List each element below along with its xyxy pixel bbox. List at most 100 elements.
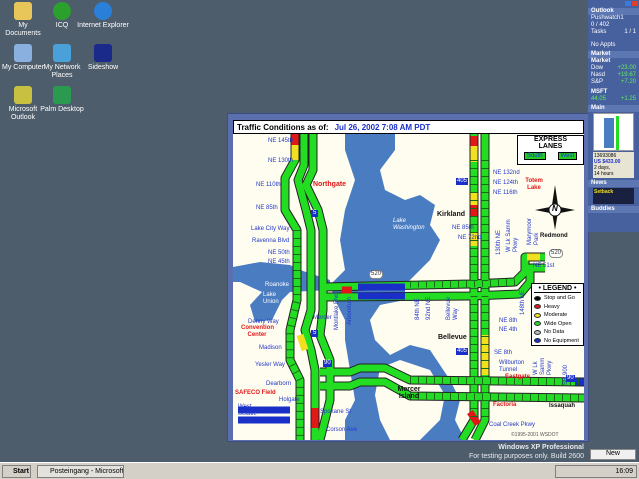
main-header[interactable]: Main — [588, 105, 639, 112]
map-label: W Lk Samm Pkwy — [506, 219, 519, 252]
map-label: Montlake Blvd — [334, 292, 340, 330]
traffic-thumbnail[interactable] — [593, 113, 634, 151]
shield-i90-west: 90 — [323, 360, 332, 367]
map-label: NE 85th — [452, 225, 474, 231]
system-tray: 16:09 — [555, 465, 637, 478]
desktop-icon-internet-explorer[interactable]: Internet Explorer — [74, 2, 132, 30]
stock-quote: 44.05 +1.25 — [591, 96, 636, 102]
legend-item: Stop and Go — [534, 294, 581, 303]
shield-i5-north: 5 — [311, 210, 319, 217]
buddies-header[interactable]: Buddies — [588, 206, 639, 213]
map-label: NE 132nd — [493, 170, 520, 176]
new-button[interactable]: New — [590, 449, 636, 460]
map-label: NE 110th — [256, 182, 281, 188]
map-label: 84th NE — [415, 298, 421, 320]
market-row: S&P +7.20 — [591, 79, 636, 85]
clock: 16:09 — [615, 468, 633, 475]
outlook-user: Pushwatch1 — [591, 15, 624, 21]
map-label: Marymoor Park — [527, 217, 540, 245]
sidebar-window-controls — [588, 0, 639, 6]
legend-item: No Equipment — [534, 337, 581, 346]
shield-i5-south: 5 — [311, 330, 319, 337]
map-label: W Lk Samm Pkwy — [533, 357, 553, 375]
shield-i405-north: 405 — [456, 178, 469, 185]
map-label: Spokane St — [320, 409, 352, 415]
map-label: Yesler Way — [255, 362, 285, 368]
map-label: Dearborn — [266, 381, 292, 387]
auction-info[interactable]: 13693086 US $433.00 2 days, 14 hours — [593, 152, 634, 178]
map-label: SAFECO Field — [235, 390, 276, 396]
sideshow-icon — [94, 44, 112, 62]
map-label: NE 130th — [268, 158, 294, 164]
legend-item: Heavy — [534, 303, 581, 312]
map-label: SR 900 — [563, 364, 569, 385]
map-label: Ravenna Blvd — [252, 238, 290, 244]
folder-icon — [14, 2, 32, 20]
desktop-icon-sideshow[interactable]: Sideshow — [74, 44, 132, 72]
map-label: Bellevue — [438, 334, 467, 341]
outlook-appointments: No Appts — [591, 42, 616, 48]
network-icon — [53, 44, 71, 62]
map-label: NE 45th — [268, 259, 290, 265]
map-label: Northgate — [313, 181, 347, 188]
shield-sr520-west: 520 — [369, 270, 384, 279]
ie-icon — [94, 2, 112, 20]
map-label: 92nd NE — [426, 296, 432, 320]
map-label: Mercer Island — [397, 386, 421, 400]
map-label: NE 50th — [268, 250, 290, 256]
news-header[interactable]: News — [588, 180, 639, 187]
market-row: Nasd +19.67 — [591, 72, 636, 78]
legend-title: • LEGEND • — [534, 285, 581, 293]
map-label: Wilburton Tunnel — [499, 360, 525, 373]
market-header[interactable]: Market — [588, 51, 639, 58]
map-label: Convention Center — [241, 325, 274, 338]
map-label: NE 8th — [499, 318, 518, 324]
map-label: NE 116th — [493, 190, 518, 196]
map-label: Totem Lake — [525, 178, 543, 191]
market-heading: Market — [591, 58, 611, 64]
express-lane-west: West — [557, 152, 578, 160]
outlook-tasks[interactable]: Tasks 1 / 1 — [588, 29, 639, 36]
map-label: Corson Ave — [326, 427, 357, 433]
map-label: Arboretum — [347, 296, 353, 325]
palm-icon — [53, 86, 71, 104]
map-label: Roanoke — [265, 282, 290, 289]
outlook-header[interactable]: Outlook — [588, 8, 639, 15]
taskbar-item-outlook[interactable]: Posteingang - Microsoft ... — [37, 465, 124, 478]
sideshow-sidebar[interactable]: Outlook Pushwatch1 0 / 402 Tasks 1 / 1 No… — [588, 0, 639, 232]
map-label: Lake City Way — [251, 226, 290, 232]
map-label: NE 4th — [499, 327, 518, 333]
close-button[interactable] — [632, 1, 638, 6]
map-label: Holgate — [279, 397, 300, 403]
shield-i405-south: 405 — [456, 348, 469, 355]
express-lane-south: South — [523, 152, 546, 160]
map-label: NE 51st — [533, 263, 555, 269]
express-lanes-title: EXPRESS LANES — [533, 136, 568, 150]
stock-symbol: MSFT — [591, 89, 608, 95]
express-lanes-box: EXPRESS LANES South West — [517, 135, 584, 165]
start-button[interactable]: Start — [2, 465, 31, 478]
map-label: NE 85th — [256, 205, 278, 211]
map-label: 148th NE — [520, 289, 526, 315]
map-label: Mercer — [313, 315, 332, 321]
legend-item: Moderate — [534, 311, 581, 320]
outlook-mail-count[interactable]: 0 / 402 — [588, 22, 639, 29]
map-label: SE 8th — [494, 350, 513, 356]
map-label: 130th NE — [496, 229, 502, 255]
copyright: ©1995-2001 WSDOT — [511, 432, 559, 438]
market-row: Dow +23.00 — [591, 65, 636, 71]
shield-sr520-east: 520 — [549, 249, 564, 258]
computer-icon — [14, 44, 32, 62]
map-label: Lake Union — [263, 292, 279, 306]
map-label: Issaquah — [549, 403, 576, 409]
news-thumbnail[interactable]: Setback — [593, 188, 634, 204]
desktop-icon-palm-desktop[interactable]: Palm Desktop — [33, 86, 91, 114]
legend-item: Wide Open — [534, 320, 581, 329]
map-title-bar: Traffic Conditions as of: Jul 26, 2002 7:… — [233, 120, 584, 134]
icq-flower-icon — [53, 2, 71, 20]
minimize-button[interactable] — [625, 1, 631, 6]
legend: • LEGEND • Stop and Go Heavy Moderate Wi… — [531, 283, 584, 346]
taskbar: Start Posteingang - Microsoft ... 16:09 — [0, 462, 639, 479]
traffic-map[interactable]: Traffic Conditions as of: Jul 26, 2002 7:… — [233, 120, 584, 440]
map-label: Factoria — [493, 402, 517, 408]
